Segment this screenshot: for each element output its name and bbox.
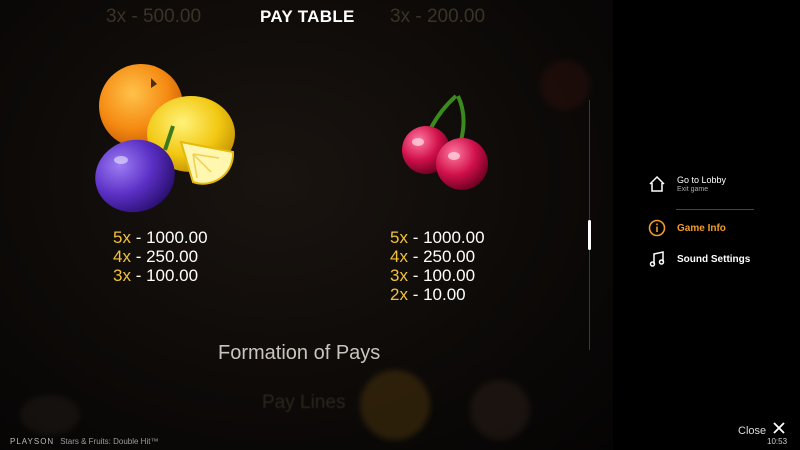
pay-list-right: 5x - 1000.00 4x - 250.00 3x - 100.00 2x … (390, 228, 485, 304)
pay-row: 5x - 1000.00 (113, 228, 208, 247)
cherry-icon (402, 94, 488, 190)
pay-row: 3x - 100.00 (113, 266, 199, 285)
scrollbar-thumb[interactable] (588, 220, 591, 250)
faded-pay-left: 3x - 500.00 (106, 6, 202, 27)
sound-settings-button[interactable]: Sound Settings (647, 249, 750, 269)
footer: PLAYSON Stars & Fruits: Double Hit™ (10, 437, 158, 446)
lobby-label: Go to Lobby (677, 175, 727, 185)
brand-logo: PLAYSON (10, 437, 55, 446)
section-title: Formation of Pays (218, 342, 381, 364)
music-note-icon (647, 249, 667, 269)
clock: 10:53 (767, 437, 788, 446)
next-section-title: Pay Lines (262, 392, 346, 413)
background-symbol (360, 370, 430, 440)
game-info-label: Game Info (677, 222, 726, 234)
background-symbol (470, 380, 530, 440)
faded-pay-right: 3x - 200.00 (390, 6, 486, 27)
orange-lemon-plum-icon (95, 64, 235, 213)
divider (676, 209, 754, 210)
pay-list-left: 5x - 1000.00 4x - 250.00 3x - 100.00 (113, 228, 208, 285)
game-name: Stars & Fruits: Double Hit™ (60, 437, 159, 446)
home-icon (647, 174, 667, 194)
game-info-button[interactable]: Game Info (647, 218, 726, 238)
sidebar: Go to Lobby Exit game Game Info Sound Se… (613, 0, 800, 450)
pay-row: 5x - 1000.00 (390, 228, 485, 247)
pay-row: 4x - 250.00 (113, 247, 199, 266)
info-icon (647, 218, 667, 238)
paytable-panel: 3x - 500.00 3x - 200.00 PAY TABLE 5x - 1… (0, 0, 613, 450)
lobby-sublabel: Exit game (677, 186, 709, 193)
background-symbol (20, 395, 80, 435)
close-label: Close (738, 424, 767, 437)
pay-row: 4x - 250.00 (390, 247, 476, 266)
background-symbol (540, 60, 590, 110)
pay-row: 2x - 10.00 (390, 285, 466, 304)
go-to-lobby-button[interactable]: Go to Lobby Exit game (647, 174, 726, 194)
sound-settings-label: Sound Settings (677, 253, 751, 265)
page-title: PAY TABLE (260, 7, 355, 26)
pay-row: 3x - 100.00 (390, 266, 476, 285)
